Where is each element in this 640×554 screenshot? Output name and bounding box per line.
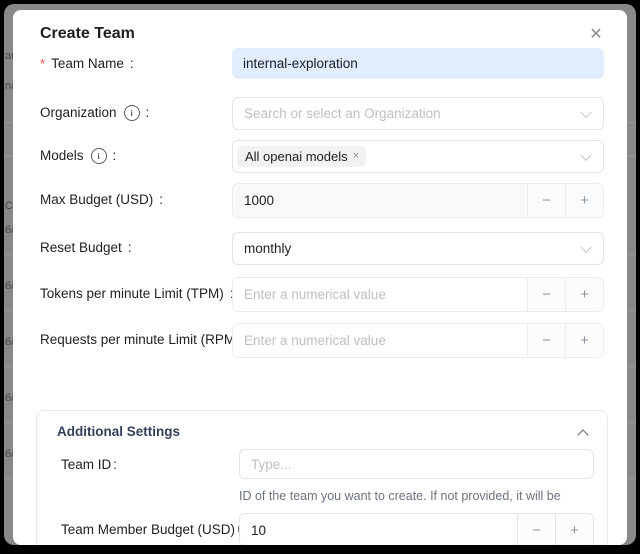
- tpm-row: Tokens per minute Limit (TPM): − +: [13, 277, 627, 310]
- team-name-label: *Team Name:: [40, 48, 134, 79]
- info-icon[interactable]: i: [91, 148, 107, 164]
- organization-placeholder: Search or select an Organization: [244, 106, 441, 121]
- rpm-label: Requests per minute Limit (RPM):: [40, 323, 249, 356]
- chevron-down-icon: [580, 149, 591, 160]
- max-budget-row: Max Budget (USD): − +: [13, 183, 627, 216]
- model-tag: All openai models ×: [237, 146, 366, 167]
- decrement-button[interactable]: −: [527, 184, 565, 217]
- rpm-input[interactable]: [233, 324, 527, 357]
- create-team-modal: Create Team ✕ *Team Name: Organizationi:…: [13, 10, 627, 545]
- increment-button[interactable]: +: [565, 324, 603, 357]
- model-tag-label: All openai models: [245, 149, 348, 164]
- max-budget-input[interactable]: [233, 184, 527, 217]
- team-name-input[interactable]: [232, 48, 604, 79]
- team-name-row: *Team Name:: [13, 48, 627, 79]
- team-id-label: Team ID:: [61, 449, 117, 479]
- close-icon[interactable]: ✕: [585, 24, 607, 46]
- reset-budget-row: Reset Budget: monthly: [13, 232, 627, 263]
- tpm-label: Tokens per minute Limit (TPM):: [40, 277, 234, 310]
- increment-button[interactable]: +: [555, 514, 593, 545]
- reset-budget-label: Reset Budget:: [40, 232, 132, 263]
- team-id-input[interactable]: [239, 449, 594, 479]
- required-mark: *: [40, 56, 45, 71]
- models-select[interactable]: All openai models ×: [232, 140, 604, 173]
- modal-title: Create Team: [40, 25, 135, 43]
- organization-label: Organizationi:: [40, 97, 149, 128]
- additional-settings-header[interactable]: Additional Settings: [57, 424, 180, 439]
- tpm-input[interactable]: [233, 278, 527, 311]
- chevron-down-icon: [580, 106, 591, 117]
- decrement-button[interactable]: −: [527, 278, 565, 311]
- reset-budget-value: monthly: [244, 241, 291, 256]
- increment-button[interactable]: +: [565, 184, 603, 217]
- max-budget-label: Max Budget (USD):: [40, 183, 163, 216]
- rpm-row: Requests per minute Limit (RPM): − +: [13, 323, 627, 356]
- dimmed-page-overlay: am nar Cre 6/2 6/2 6/2 6/1 6/1 Create Te…: [4, 4, 636, 545]
- team-member-budget-input[interactable]: [240, 514, 517, 545]
- organization-row: Organizationi: Search or select an Organ…: [13, 97, 627, 128]
- reset-budget-select[interactable]: monthly: [232, 232, 604, 265]
- team-member-budget-label: Team Member Budget (USD)?:: [61, 513, 260, 545]
- models-row: Modelsi: All openai models ×: [13, 140, 627, 171]
- tag-remove-icon[interactable]: ×: [353, 151, 359, 162]
- decrement-button[interactable]: −: [527, 324, 565, 357]
- info-icon[interactable]: i: [124, 105, 140, 121]
- organization-select[interactable]: Search or select an Organization: [232, 97, 604, 130]
- chevron-up-icon[interactable]: [577, 429, 588, 440]
- increment-button[interactable]: +: [565, 278, 603, 311]
- models-label: Modelsi:: [40, 140, 116, 171]
- additional-settings-panel: Additional Settings Team ID: ID of the t…: [36, 410, 608, 545]
- chevron-down-icon: [580, 241, 591, 252]
- decrement-button[interactable]: −: [517, 514, 555, 545]
